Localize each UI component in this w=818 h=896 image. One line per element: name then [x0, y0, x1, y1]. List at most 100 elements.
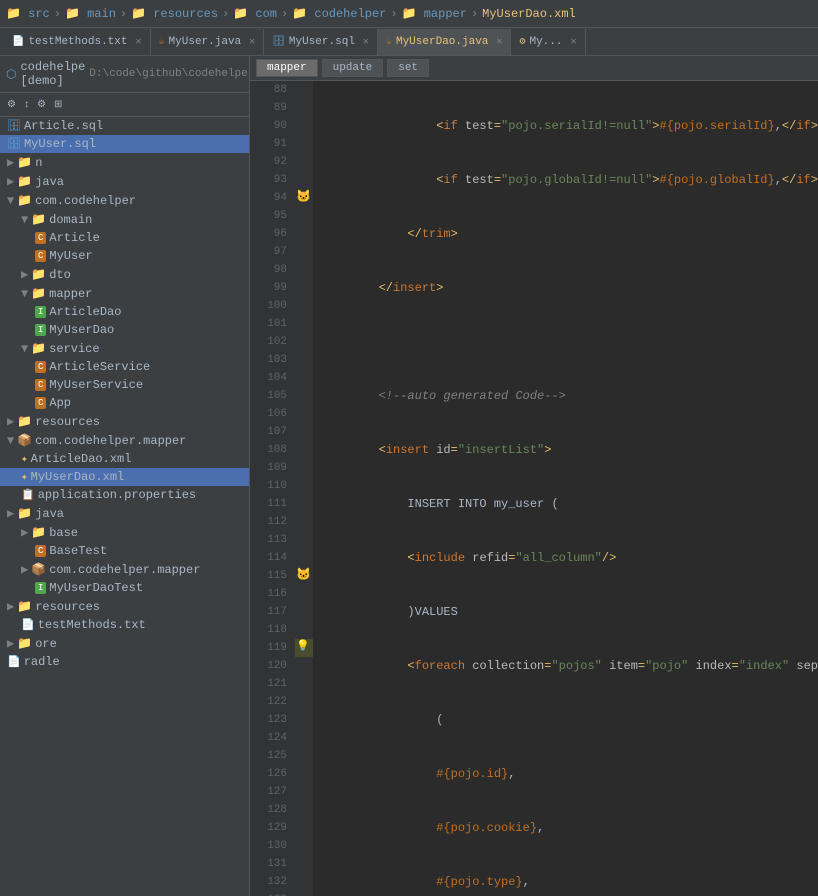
arrow-down-service: ▼: [21, 342, 28, 356]
sql-file-icon-2: 🗄: [7, 137, 21, 151]
xml-icon-myuserdaoxml: ✦: [21, 470, 28, 484]
bc-com: 📁 com: [233, 6, 277, 21]
arrow-right-java2: ▶: [7, 506, 14, 521]
sidebar-item-comcodemapper[interactable]: ▼ 📦 com.codehelper.mapper: [0, 431, 249, 450]
file-icon-radle: 📄: [7, 655, 21, 669]
sidebar-item-service[interactable]: ▼ 📁 service: [0, 339, 249, 358]
sidebar-label-article: Article: [49, 231, 99, 245]
sidebar-label-articledaoxml: ArticleDao.xml: [31, 452, 132, 466]
sidebar-item-myuserdaotest[interactable]: I MyUserDaoTest: [0, 579, 249, 597]
sidebar-label-dto: dto: [49, 268, 71, 282]
bc-mapper: 📁 mapper: [402, 6, 467, 21]
sidebar-item-testmethods[interactable]: 📄 testMethods.txt: [0, 616, 249, 634]
sidebar-item-resources[interactable]: ▶ 📁 resources: [0, 412, 249, 431]
tab-close-myuserdaojava[interactable]: ✕: [496, 36, 502, 48]
sidebar-label-myuserdaotest: MyUserDaoTest: [49, 581, 143, 595]
tab-close-testmethods[interactable]: ✕: [135, 36, 141, 48]
sidebar-item-myuserdao[interactable]: I MyUserDao: [0, 321, 249, 339]
xml-icon: ⚙: [519, 36, 525, 48]
sidebar-label-app: App: [49, 396, 71, 410]
sidebar-item-ore[interactable]: ▶ 📁 ore: [0, 634, 249, 653]
sidebar-gear-button[interactable]: ⚙: [4, 97, 19, 112]
code-line-89: <if test="pojo.globalId!=null">#{pojo.gl…: [321, 171, 818, 189]
sidebar-label-myuser: MyUser: [49, 249, 92, 263]
code-editor[interactable]: <if test="pojo.serialId!=null">#{pojo.se…: [313, 81, 818, 896]
tab-close-myuserjava[interactable]: ✕: [249, 36, 255, 48]
tab-close-myusersql[interactable]: ✕: [363, 36, 369, 48]
sidebar-item-radle[interactable]: 📄 radle: [0, 653, 249, 671]
xml-tab-update[interactable]: update: [322, 59, 384, 77]
sidebar-item-articlesql[interactable]: 🗄 Article.sql: [0, 117, 249, 135]
folder-icon-ore: 📁: [17, 636, 32, 651]
sidebar-item-comcodemapper2[interactable]: ▶ 📦 com.codehelper.mapper: [0, 560, 249, 579]
arrow-down-domain: ▼: [21, 213, 28, 227]
code-line-97: )VALUES: [321, 603, 818, 621]
sidebar-item-myuserdaoxml[interactable]: ✦ MyUserDao.xml: [0, 468, 249, 486]
sidebar-label-basetest: BaseTest: [49, 544, 107, 558]
sidebar-item-n[interactable]: ▶ 📁 n: [0, 153, 249, 172]
arrow-right-dto: ▶: [21, 267, 28, 282]
xml-tab-set[interactable]: set: [387, 59, 429, 77]
project-icon: ⬡: [6, 67, 16, 82]
sidebar-item-myusersql[interactable]: 🗄 MyUser.sql: [0, 135, 249, 153]
sidebar-item-appproperties[interactable]: 📋 application.properties: [0, 486, 249, 504]
sidebar-item-myuser[interactable]: C MyUser: [0, 247, 249, 265]
sidebar-settings-button[interactable]: ⚙: [34, 97, 49, 112]
tab-myuserdaoxml[interactable]: ⚙ My... ✕: [511, 29, 585, 55]
sidebar-expand-button[interactable]: ⊞: [51, 97, 65, 112]
tab-myuserjava[interactable]: ☕ MyUser.java ✕: [151, 29, 265, 55]
content-area: mapper update set 88 89 90 91 92 93 94 9…: [250, 56, 818, 896]
code-line-100: #{pojo.id},: [321, 765, 818, 783]
sidebar-item-mapper[interactable]: ▼ 📁 mapper: [0, 284, 249, 303]
tab-myusersql[interactable]: 🗄 MyUser.sql ✕: [264, 29, 378, 55]
sidebar-item-java[interactable]: ▶ 📁 java: [0, 172, 249, 191]
java-icon-2: ☕: [386, 36, 392, 48]
sidebar-toolbar: ⚙ ↕ ⚙ ⊞: [0, 93, 249, 117]
arrow-right-base: ▶: [21, 525, 28, 540]
sidebar-item-article[interactable]: C Article: [0, 229, 249, 247]
sidebar-item-articledao[interactable]: I ArticleDao: [0, 303, 249, 321]
sidebar-item-myuserservice[interactable]: C MyUserService: [0, 376, 249, 394]
xml-tab-mapper[interactable]: mapper: [256, 59, 318, 77]
sidebar-item-articledaoxml[interactable]: ✦ ArticleDao.xml: [0, 450, 249, 468]
code-line-99: (: [321, 711, 818, 729]
sidebar-label-java: java: [35, 175, 64, 189]
tab-myuserdaojava[interactable]: ☕ MyUserDao.java ✕: [378, 29, 511, 55]
xml-icon-articledaoxml: ✦: [21, 452, 28, 466]
code-line-95: INSERT INTO my_user (: [321, 495, 818, 513]
java-icon: ☕: [159, 36, 165, 48]
sidebar-label-comcodemapper: com.codehelper.mapper: [35, 434, 186, 448]
sidebar-item-articleservice[interactable]: C ArticleService: [0, 358, 249, 376]
arrow-down-comcodehelper: ▼: [7, 194, 14, 208]
bc-resources: 📁 resources: [131, 6, 218, 21]
sidebar-label-comcodehelper: com.codehelper: [35, 194, 136, 208]
tab-close-myuserdaoxml[interactable]: ✕: [570, 36, 576, 48]
sidebar-nav-button[interactable]: ↕: [21, 97, 32, 112]
arrow-right-icon: ▶: [7, 155, 14, 170]
sidebar-label-articlesql: Article.sql: [24, 119, 103, 133]
sidebar-item-comcodehelper[interactable]: ▼ 📁 com.codehelper: [0, 191, 249, 210]
gutter-icon-119: 💡: [296, 639, 310, 653]
class-icon-article: C: [35, 232, 46, 244]
sidebar-item-base[interactable]: ▶ 📁 base: [0, 523, 249, 542]
sidebar-item-resources2[interactable]: ▶ 📁 resources: [0, 597, 249, 616]
sidebar-label-testmethods: testMethods.txt: [38, 618, 146, 632]
folder-icon-resources2: 📁: [17, 599, 32, 614]
folder-icon-java2: 📁: [17, 506, 32, 521]
main-layout: ⬡ codehelpe [demo] D:\code\github\codehe…: [0, 56, 818, 896]
tab-testmethods[interactable]: 📄 testMethods.txt ✕: [4, 29, 151, 55]
arrow-right-comcodemapper2: ▶: [21, 562, 28, 577]
folder-icon-comcodemapper2: 📦: [31, 562, 46, 577]
folder-icon-mapper: 📁: [31, 286, 46, 301]
bc-main: 📁 main: [65, 6, 116, 21]
code-line-94: <insert id="insertList">: [321, 441, 818, 459]
folder-icon-service: 📁: [31, 341, 46, 356]
editor[interactable]: 88 89 90 91 92 93 94 95 96 97 98 99 100 …: [250, 81, 818, 896]
sidebar-item-basetest[interactable]: C BaseTest: [0, 542, 249, 560]
sidebar-item-dto[interactable]: ▶ 📁 dto: [0, 265, 249, 284]
sidebar-label-myusersql: MyUser.sql: [24, 137, 96, 151]
sidebar-item-app[interactable]: C App: [0, 394, 249, 412]
sidebar-item-domain[interactable]: ▼ 📁 domain: [0, 210, 249, 229]
sidebar-item-java2[interactable]: ▶ 📁 java: [0, 504, 249, 523]
code-line-96: <include refid="all_column"/>: [321, 549, 818, 567]
